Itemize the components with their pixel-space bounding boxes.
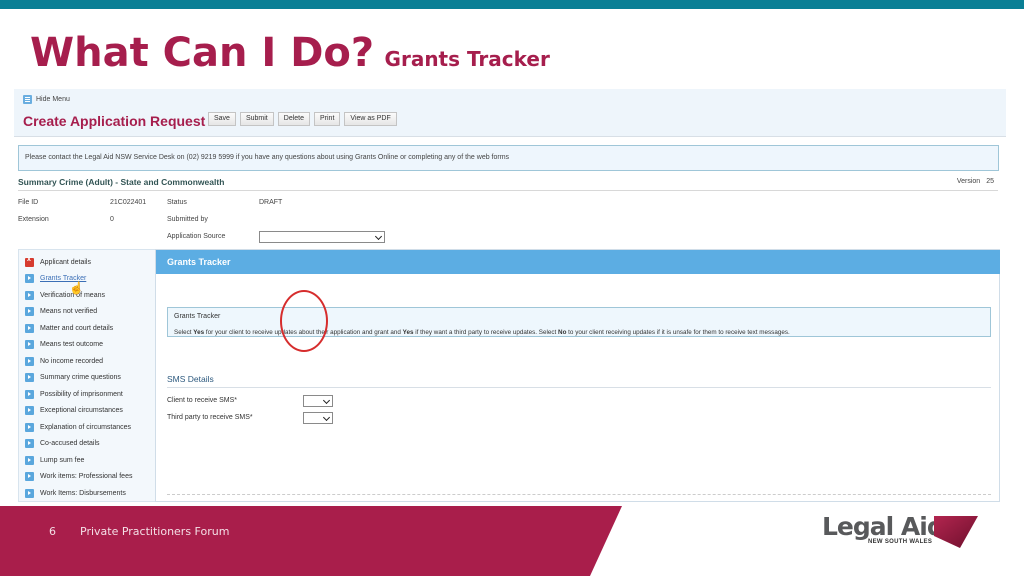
divider — [18, 190, 998, 191]
arrow-icon — [25, 274, 34, 283]
service-desk-notice: Please contact the Legal Aid NSW Service… — [18, 145, 999, 171]
third-party-sms-select[interactable] — [303, 412, 333, 424]
logo-shape-icon — [934, 516, 978, 548]
info-text: Select — [174, 329, 194, 336]
sidebar-item-matter-and-court-details[interactable]: Matter and court details — [25, 324, 113, 333]
sidebar: Applicant details Grants Tracker Verific… — [18, 249, 157, 502]
submit-button[interactable]: Submit — [239, 112, 274, 126]
chevron-down-icon — [322, 396, 331, 405]
arrow-icon — [25, 340, 34, 349]
arrow-icon — [25, 307, 34, 316]
sidebar-item-explanation-of-circumstances[interactable]: Explanation of circumstances — [25, 423, 131, 432]
arrow-icon — [25, 489, 34, 498]
app-header: Hide Menu Create Application Request Sav… — [14, 89, 1006, 137]
delete-button[interactable]: Delete — [277, 112, 310, 126]
divider — [167, 387, 991, 388]
sidebar-item-verification-of-means[interactable]: Verification of means — [25, 291, 105, 300]
arrow-icon — [25, 423, 34, 432]
sidebar-item-exceptional-circumstances[interactable]: Exceptional circumstances — [25, 406, 123, 415]
arrow-icon — [25, 472, 34, 481]
application-source-label: Application Source — [167, 233, 226, 240]
divider — [167, 494, 991, 495]
sidebar-item-possibility-of-imprisonment[interactable]: Possibility of imprisonment — [25, 390, 123, 399]
submitted-by-label: Submitted by — [167, 216, 208, 223]
form-title: Summary Crime (Adult) - State and Common… — [18, 177, 225, 187]
version-label: Version — [956, 178, 981, 185]
footer-text: Private Practitioners Forum — [80, 525, 230, 538]
info-text: to your client receiving updates if it i… — [566, 329, 790, 336]
arrow-icon — [25, 390, 34, 399]
sidebar-item-work-items-disbursements[interactable]: Work Items: Disbursements — [25, 489, 126, 498]
client-sms-label: Client to receive SMS* — [167, 397, 238, 404]
info-emphasis: Yes — [193, 329, 205, 336]
arrow-icon — [25, 439, 34, 448]
page-title: Create Application Request — [23, 113, 206, 129]
sidebar-item-no-income-recorded[interactable]: No income recorded — [25, 357, 103, 366]
extension-label: Extension — [18, 216, 49, 223]
hand-cursor-icon: ☝ — [69, 281, 84, 295]
arrow-icon — [25, 324, 34, 333]
slide-title-main: What Can I Do? — [30, 30, 375, 76]
info-description: Select Yes for your client to receive up… — [174, 329, 790, 336]
top-accent-bar — [0, 0, 1024, 9]
arrow-icon — [25, 406, 34, 415]
logo-subtext: NEW SOUTH WALES — [868, 539, 933, 545]
panel-header: Grants Tracker — [156, 250, 1000, 274]
arrow-icon — [25, 456, 34, 465]
info-text: if they want a third party to receive up… — [413, 329, 559, 336]
sidebar-item-applicant-details[interactable]: Applicant details — [25, 256, 91, 267]
client-sms-select[interactable] — [303, 395, 333, 407]
logo-wordmark: Legal Aid — [822, 512, 945, 541]
sms-details-heading: SMS Details — [167, 374, 214, 384]
third-party-sms-label: Third party to receive SMS* — [167, 414, 253, 421]
view-as-pdf-button[interactable]: View as PDF — [344, 112, 397, 126]
page-number: 6 — [49, 525, 56, 538]
sidebar-item-lump-sum-fee[interactable]: Lump sum fee — [25, 456, 84, 465]
arrow-icon — [25, 357, 34, 366]
highlight-circle — [280, 290, 328, 352]
slide-title: What Can I Do? Grants Tracker — [30, 30, 550, 76]
info-title: Grants Tracker — [174, 313, 221, 320]
print-button[interactable]: Print — [314, 112, 341, 126]
error-x-icon — [25, 256, 34, 267]
sidebar-item-means-test-outcome[interactable]: Means test outcome — [25, 340, 103, 349]
sidebar-item-means-not-verified[interactable]: Means not verified — [25, 307, 97, 316]
status-label: Status — [167, 199, 187, 206]
file-id-value: 21C022401 — [110, 199, 147, 206]
save-button[interactable]: Save — [208, 112, 236, 126]
version-info: Version 25 — [957, 178, 994, 185]
slide-title-sub: Grants Tracker — [384, 47, 550, 71]
hide-menu-button[interactable]: Hide Menu — [23, 95, 70, 104]
status-value: DRAFT — [259, 199, 283, 206]
grants-tracker-panel: Grants Tracker Grants Tracker Select Yes… — [155, 249, 1000, 502]
menu-icon — [23, 95, 32, 104]
arrow-icon — [25, 373, 34, 382]
sidebar-item-summary-crime-questions[interactable]: Summary crime questions — [25, 373, 121, 382]
version-value: 25 — [986, 178, 994, 185]
toolbar: Save Submit Delete Print View as PDF — [208, 112, 397, 126]
hide-menu-label: Hide Menu — [36, 96, 70, 103]
chevron-down-icon — [322, 413, 331, 422]
extension-value: 0 — [110, 216, 114, 223]
sidebar-item-co-accused-details[interactable]: Co-accused details — [25, 439, 100, 448]
legal-aid-logo: Legal Aid NEW SOUTH WALES — [822, 512, 982, 552]
file-id-label: File ID — [18, 199, 39, 206]
arrow-icon — [25, 291, 34, 300]
info-emphasis: Yes — [402, 329, 414, 336]
sidebar-item-work-items-professional-fees[interactable]: Work items: Professional fees — [25, 472, 132, 481]
application-source-select[interactable] — [259, 231, 385, 243]
app-screenshot: Hide Menu Create Application Request Sav… — [14, 89, 1006, 502]
chevron-down-icon — [374, 232, 383, 241]
